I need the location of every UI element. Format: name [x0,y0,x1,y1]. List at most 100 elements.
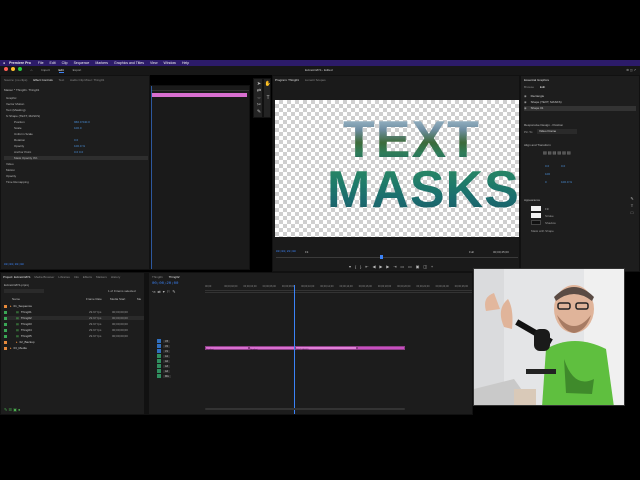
tab-source[interactable]: Source: (no clips) [4,78,27,82]
ec-row[interactable]: Opacity [4,174,16,178]
tab-history[interactable]: History [111,275,120,279]
track-select-icon[interactable]: ⇄ [255,88,262,94]
ec-row[interactable]: Rotation 0.0 [4,138,78,142]
menu-markers[interactable]: Markers [95,61,108,65]
ec-row-value[interactable]: 100.0 % [74,144,85,148]
work-area-bar[interactable] [205,292,472,293]
menu-clip[interactable]: Clip [62,61,68,65]
workspace-tab-edit[interactable]: Edit [58,68,64,73]
clip-overlay[interactable] [357,346,405,350]
track-header[interactable]: A1 [157,354,203,359]
ec-row[interactable]: Time Remapping [4,180,29,184]
eg-x-value[interactable]: 0.0 [545,164,549,168]
tab-effects[interactable]: Effects [83,275,92,279]
ec-row[interactable]: Motion [4,168,15,172]
workspace-tab-export[interactable]: Export [73,68,82,72]
eg-layer-item[interactable]: ◉ Shape (TEXT, MASKS) [524,100,636,105]
apple-icon[interactable]: ● [3,61,5,65]
track-header[interactable]: A4 [157,369,203,374]
ec-row[interactable]: fx Shape (TEXT, MASKS) [4,114,40,118]
eg-layer-item[interactable]: ◉ Shape 01 [524,106,636,111]
track-header[interactable]: A3 [157,364,203,369]
ec-row[interactable]: Graphic [4,96,17,100]
export-frame-icon[interactable]: ▣ [416,264,420,269]
workspace-icons[interactable]: ⚙ ◫ ↗ [626,66,636,75]
project-item[interactable]: ▤ Thing04 29.97 fps 00;00;00;00 [4,328,144,332]
program-timecode[interactable]: 00;00;20;00 [276,250,296,253]
lift-icon[interactable]: ▭ [400,264,404,269]
timeline-timecode[interactable]: 00;00;20;00 [152,282,178,286]
step-forward-icon[interactable]: ▶ [386,264,389,269]
workspace-tab-import[interactable]: Import [41,68,50,72]
eg-y-value[interactable]: 0.0 [561,164,565,168]
pen-icon[interactable]: ✎ [628,195,636,202]
extract-icon[interactable]: ▭ [408,264,412,269]
menu-edit[interactable]: Edit [50,61,56,65]
pen-tool-icon[interactable]: ✎ [255,109,262,115]
track-target-icon[interactable] [157,364,161,369]
tab-project[interactable]: Project: ExtraArt2FS [3,275,30,279]
ec-row-value[interactable]: 100.0 [74,126,82,130]
program-resolution-select[interactable]: Full [469,250,474,254]
menu-sequence[interactable]: Sequence [74,61,90,65]
ec-row[interactable]: Scale 100.0 [4,126,82,130]
tab-edit[interactable]: Edit [540,85,545,89]
timeline-ruler[interactable]: 00;00 00;00;02;00 00;00;04;00 00;00;06;00 00… [205,285,472,291]
menu-help[interactable]: Help [182,61,189,65]
track-target-icon[interactable] [157,344,161,349]
program-playhead-marker[interactable] [380,255,383,259]
project-item[interactable]: ▸ 03_Media [4,346,144,350]
tab-browse[interactable]: Browse [524,85,534,89]
home-icon[interactable]: ⌂ [31,68,33,72]
go-to-in-icon[interactable]: ⇤ [365,264,368,269]
go-to-out-icon[interactable]: ⇥ [393,264,396,269]
menu-window[interactable]: Window [164,61,176,65]
step-back-icon[interactable]: ◀ [372,264,375,269]
col-media-start[interactable]: Media Start [110,297,125,301]
project-item[interactable]: ▤ Thing03 29.97 fps 00;00;00;00 [4,322,144,326]
track-target-icon[interactable] [157,374,161,379]
eye-icon[interactable]: ◉ [524,100,527,104]
project-item[interactable]: ▤ Thing05 29.97 fps 00;00;00;00 [4,334,144,338]
track-target-icon[interactable] [157,369,161,374]
timeline-tool-icons[interactable]: ↝⇄▾⚐✎ [152,289,178,294]
track-target-icon[interactable] [157,354,161,359]
ec-row-value[interactable]: 0.0 [74,138,78,142]
tab-sequence-thing01[interactable]: Thing01 [152,275,163,279]
tab-sequence-thing02[interactable]: Thing02 [169,275,180,279]
track-target-icon[interactable] [157,359,161,364]
tab-audio-mixer[interactable]: Audio Clip Mixer: Thing01 [70,78,104,82]
ec-row[interactable]: Uniform Scale [4,132,33,136]
tab-effect-controls[interactable]: Effect Controls [33,78,53,82]
ripple-edit-icon[interactable]: ⇔ [255,95,262,101]
col-media-end[interactable]: Me [137,297,141,301]
eg-pin-select[interactable]: Video Frame [537,129,577,134]
ec-row-value[interactable]: 0.0 0.0 [74,150,83,154]
clip-gradient-1[interactable]: Gradient [205,346,249,351]
clip-text-masks[interactable]: TEXT MASKS [295,346,357,351]
ec-row[interactable]: Vector Motion [4,102,24,106]
selection-tool-icon[interactable]: ➤ [255,81,262,87]
zoom-window-icon[interactable] [17,67,22,71]
ec-row[interactable]: Text (Masking) [4,108,26,112]
col-name[interactable]: Name [12,297,20,301]
program-fit-select[interactable]: Fit [305,250,308,254]
in-point-icon[interactable]: { [355,264,356,269]
out-point-icon[interactable]: } [360,264,361,269]
track-header[interactable]: V2 [157,344,203,349]
effect-controls-timecode[interactable]: 00;00;00;00 [4,263,24,266]
menu-graphics-and-titles[interactable]: Graphics and Titles [114,61,144,65]
compare-icon[interactable]: ◫ [423,264,427,269]
tab-program[interactable]: Program: Thing01 [275,78,299,82]
project-item[interactable]: ▸ 01_Sequence [4,304,144,308]
play-icon[interactable]: ▶ [379,264,382,269]
project-search[interactable] [4,289,44,293]
eye-icon[interactable]: ◉ [524,106,527,110]
ec-row[interactable]: Position 960.0 540.0 [4,120,90,124]
eg-opacity-value[interactable]: 100.0 % [561,180,572,184]
minimize-window-icon[interactable] [10,67,15,71]
rect-tool-icon[interactable]: □ [628,209,636,216]
tab-text[interactable]: Text [59,78,65,82]
tab-media-browser[interactable]: Media Browser [34,275,54,279]
align-buttons[interactable]: ▤▤▤▤▤▤ [543,150,572,155]
